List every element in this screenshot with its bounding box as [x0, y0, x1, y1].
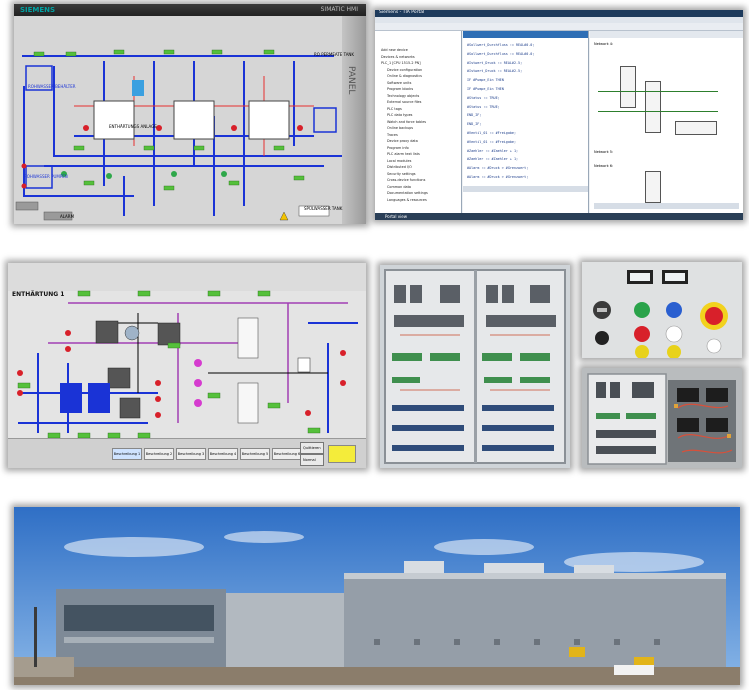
softening-process-diagram [17, 290, 358, 439]
label-spuelwasser: SPÜLWASSER TANK [304, 206, 343, 211]
alarm-button-label[interactable]: ALARM [60, 214, 74, 220]
label-ro-tank: RO PERMEATE TANK [314, 52, 355, 57]
code-line: #Zaehler := #Zaehler + 1; [467, 148, 519, 153]
code-line: IF #Pumpe_Ein THEN [467, 86, 504, 91]
hmi2-button-bar: Beschreibung 1 Beschreibung 2 Beschreibung… [8, 438, 366, 468]
hmi-brand: SIEMENS [20, 6, 56, 14]
code-line: #Alarm := #Druck > #Grenzwert; [467, 166, 529, 171]
building-illustration [14, 507, 740, 685]
project-tree-item[interactable]: Documentation settings [379, 190, 428, 197]
normal-button[interactable]: Normal [300, 454, 324, 466]
open-cabinet-photo [582, 368, 742, 468]
hmi-screenshot-main: SIEMENS SIMATIC HMI PANEL ROHWASSER BEHÄ… [14, 4, 366, 224]
label-pumpen: ROHWASSER PUMPEN [24, 174, 68, 179]
code-line: #Sollwert_Durchfluss := REAL#0.0; [467, 43, 535, 47]
hmi2-description-button[interactable]: Beschreibung 2 [144, 448, 174, 460]
ide-title: Siemens - TIA Portal [379, 10, 425, 15]
hmi2-description-button[interactable]: Beschreibung 6 [272, 448, 302, 460]
ide-statusbar: Portal view [375, 213, 743, 220]
ide-titlebar: Siemens - TIA Portal [375, 10, 743, 17]
code-line: #Status := TRUE; [467, 104, 500, 109]
portal-view-link[interactable]: Portal view [385, 214, 407, 219]
label-rohwasser: ROHWASSER BEHÄLTER [28, 84, 76, 89]
project-tree-item[interactable]: Languages & resources [379, 197, 428, 204]
hmi-process-diagram [14, 16, 342, 224]
code-line: #Ventil_01 := #Freigabe; [467, 139, 516, 144]
code-line: #Ventil_01 := #Freigabe; [467, 130, 516, 135]
open-cabinet-illustration [582, 368, 742, 468]
hmi2-description-button[interactable]: Beschreibung 1 [112, 448, 142, 460]
code-line: #Zaehler := #Zaehler + 1; [467, 157, 519, 162]
hmi-header: SIEMENS SIMATIC HMI [14, 4, 366, 16]
ide-toolbar [375, 23, 743, 31]
hmi2-description-button[interactable]: Beschreibung 5 [240, 448, 270, 460]
hmi2-description-button[interactable]: Beschreibung 3 [176, 448, 206, 460]
network-5-label: Network 5: [594, 150, 614, 154]
project-tree-item[interactable]: Online & diagnostics [379, 73, 428, 80]
ide-screenshot: Siemens - TIA Portal Add new device Devic… [375, 10, 743, 220]
project-tree: Add new device Devices & networks PLC_1 [C… [375, 31, 462, 213]
code-editor: #Sollwert_Durchfluss := REAL#0.0; #Sollwe… [463, 31, 589, 213]
yellow-status-box [328, 445, 356, 463]
code-line: #Istwert_Druck := REAL#2.5; [467, 60, 523, 65]
operator-panel-photo [582, 262, 742, 358]
project-tree-item[interactable]: Cross-device functions [379, 177, 428, 184]
code-line: #Sollwert_Durchfluss := REAL#0.0; [467, 51, 535, 56]
code-line: #Status := TRUE; [467, 95, 500, 100]
hmi-badge: PANEL [346, 66, 356, 95]
key-switch-icon [593, 301, 611, 319]
hmi-screenshot-softening: ENTHÄRTUNG 1 Beschreibung 1 Beschreibung… [8, 263, 366, 468]
ack-button[interactable]: Quittieren [300, 442, 324, 454]
code-line: END_IF; [467, 113, 482, 118]
cabinet-illustration [380, 265, 570, 468]
code-line: END_IF; [467, 122, 482, 127]
hmi-side-bezel: PANEL [342, 16, 366, 224]
code-line: #Alarm := #Druck > #Grenzwert; [467, 174, 529, 179]
project-tree-item[interactable]: External source files [379, 99, 428, 106]
network-6-label: Network 6: [594, 164, 614, 168]
label-enthaertung: ENTHÄRTUNGS ANLAGE [109, 124, 157, 129]
operator-panel-illustration [582, 262, 742, 358]
facility-building-photo [14, 507, 740, 685]
hmi2-description-button[interactable]: Beschreibung 4 [208, 448, 238, 460]
control-cabinet-photo [380, 265, 570, 468]
network-4-label: Network 4: [594, 42, 614, 46]
emergency-stop-icon [700, 302, 728, 330]
project-tree-item[interactable]: PLC_1 [CPU 1515-2 PN] [379, 60, 428, 67]
code-line: IF #Pumpe_Ein THEN [467, 78, 504, 83]
hmi-model: SIMATIC HMI [320, 6, 358, 13]
code-line: #Istwert_Druck := REAL#2.5; [467, 69, 523, 74]
ladder-editor: Network 4: Network 5: Network 6: [590, 31, 743, 213]
